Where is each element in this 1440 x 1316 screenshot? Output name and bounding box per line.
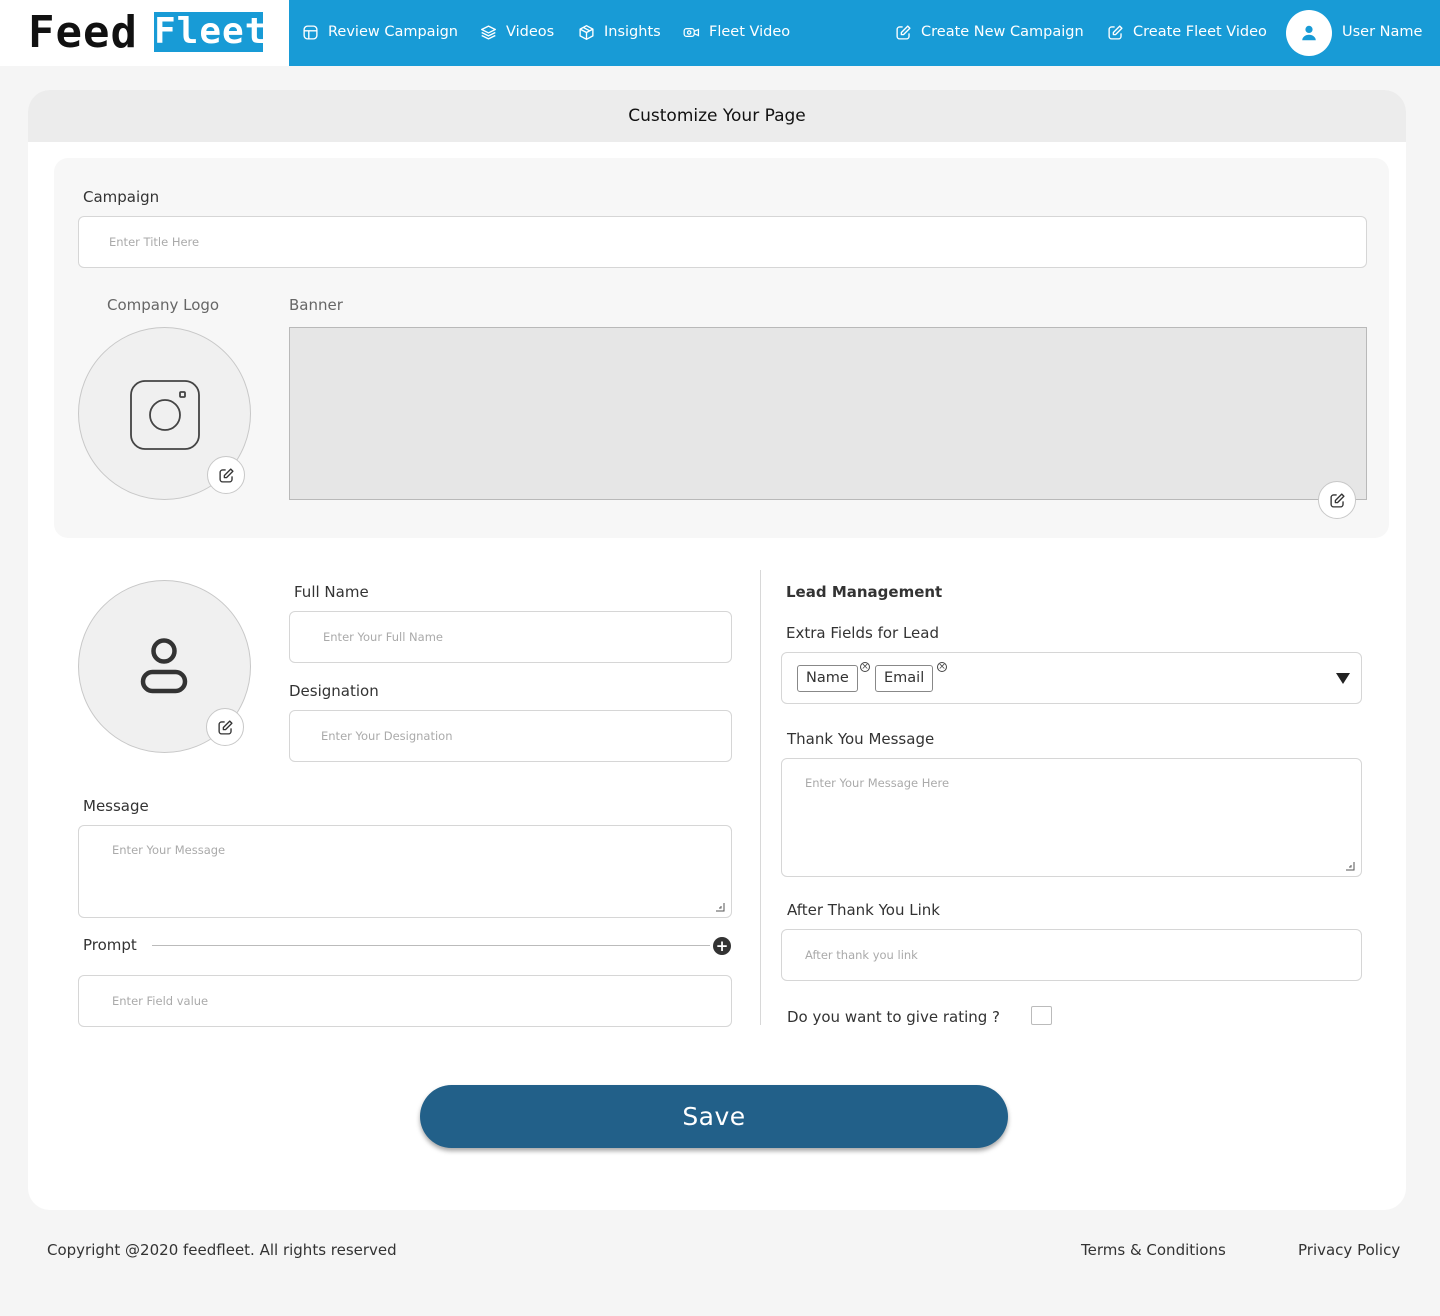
user-avatar[interactable] xyxy=(1286,10,1332,56)
edit-icon xyxy=(1108,24,1123,40)
nav-review-campaign[interactable]: Review Campaign xyxy=(302,20,458,44)
nav-videos[interactable]: Videos xyxy=(480,20,554,44)
user-icon xyxy=(1302,25,1316,41)
extra-field-chip-name: Name xyxy=(797,665,858,692)
banner-label: Banner xyxy=(289,296,343,314)
resize-handle-icon[interactable] xyxy=(715,902,725,912)
layers-icon xyxy=(481,24,496,40)
box-icon xyxy=(579,24,594,40)
copyright-text: Copyright @2020 feedfleet. All rights re… xyxy=(47,1241,397,1259)
remove-chip-name-icon[interactable]: × xyxy=(860,662,870,672)
edit-icon xyxy=(896,24,911,40)
message-textarea[interactable]: Enter Your Message xyxy=(78,825,732,918)
action-label: Create Fleet Video xyxy=(1133,24,1267,40)
video-camera-icon xyxy=(683,27,700,37)
logo-text-fleet: Fleet xyxy=(154,11,268,52)
extra-fields-select[interactable] xyxy=(781,652,1362,704)
remove-chip-email-icon[interactable]: × xyxy=(937,662,947,672)
lead-management-heading: Lead Management xyxy=(786,583,943,601)
create-fleet-video-button[interactable]: Create Fleet Video xyxy=(1107,20,1267,44)
edit-icon xyxy=(217,719,233,735)
save-button[interactable]: Save xyxy=(420,1085,1008,1148)
terms-link[interactable]: Terms & Conditions xyxy=(1081,1240,1226,1260)
edit-icon xyxy=(1329,492,1345,508)
message-label: Message xyxy=(83,797,149,815)
campaign-label: Campaign xyxy=(83,188,160,206)
add-prompt-button[interactable]: + xyxy=(713,937,731,955)
action-label: Create New Campaign xyxy=(921,24,1084,40)
instagram-icon xyxy=(130,380,200,450)
designation-label: Designation xyxy=(289,682,379,700)
nav-insights[interactable]: Insights xyxy=(578,20,661,44)
nav-label: Fleet Video xyxy=(709,24,791,40)
nav-fleet-video[interactable]: Fleet Video xyxy=(683,20,790,44)
prompt-divider xyxy=(152,945,710,946)
logo-text-feed: Feed xyxy=(28,7,138,58)
layout-icon xyxy=(303,24,318,40)
page-title: Customize Your Page xyxy=(28,90,1406,142)
privacy-link[interactable]: Privacy Policy xyxy=(1298,1240,1400,1260)
edit-profile-photo-button[interactable] xyxy=(206,708,244,746)
edit-logo-button[interactable] xyxy=(207,456,245,494)
rating-question-label: Do you want to give rating ? xyxy=(787,1008,1000,1026)
logo[interactable]: Feed Fleet xyxy=(0,0,289,66)
column-divider xyxy=(760,570,761,1025)
extra-fields-label: Extra Fields for Lead xyxy=(786,624,939,642)
prompt-label: Prompt xyxy=(83,936,137,954)
nav-label: Insights xyxy=(604,24,661,40)
designation-input[interactable]: Enter Your Designation xyxy=(289,710,732,762)
resize-handle-icon[interactable] xyxy=(1345,861,1355,871)
rating-checkbox[interactable] xyxy=(1031,1006,1052,1025)
user-name[interactable]: User Name xyxy=(1342,20,1422,44)
campaign-title-input[interactable]: Enter Title Here xyxy=(78,216,1367,268)
extra-field-chip-email: Email xyxy=(875,665,934,692)
message-placeholder: Enter Your Message xyxy=(112,843,226,857)
thank-you-textarea[interactable]: Enter Your Message Here xyxy=(781,758,1362,877)
thank-you-label: Thank You Message xyxy=(787,730,935,748)
top-nav-bar: Feed Fleet Review Campaign Videos Insigh… xyxy=(0,0,1440,66)
thank-you-placeholder: Enter Your Message Here xyxy=(805,776,950,790)
nav-label: Videos xyxy=(506,24,555,40)
after-link-label: After Thank You Link xyxy=(787,901,940,919)
full-name-input[interactable]: Enter Your Full Name xyxy=(289,611,732,663)
nav-label: Review Campaign xyxy=(328,24,458,40)
user-outline-icon xyxy=(140,638,188,694)
after-link-input[interactable]: After thank you link xyxy=(781,929,1362,981)
full-name-label: Full Name xyxy=(294,583,369,601)
company-logo-label: Company Logo xyxy=(107,296,220,314)
edit-banner-button[interactable] xyxy=(1318,481,1356,519)
prompt-input[interactable]: Enter Field value xyxy=(78,975,732,1027)
edit-icon xyxy=(218,467,234,483)
banner-upload[interactable] xyxy=(289,327,1367,500)
chevron-down-icon[interactable] xyxy=(1336,673,1350,684)
create-new-campaign-button[interactable]: Create New Campaign xyxy=(895,20,1084,44)
